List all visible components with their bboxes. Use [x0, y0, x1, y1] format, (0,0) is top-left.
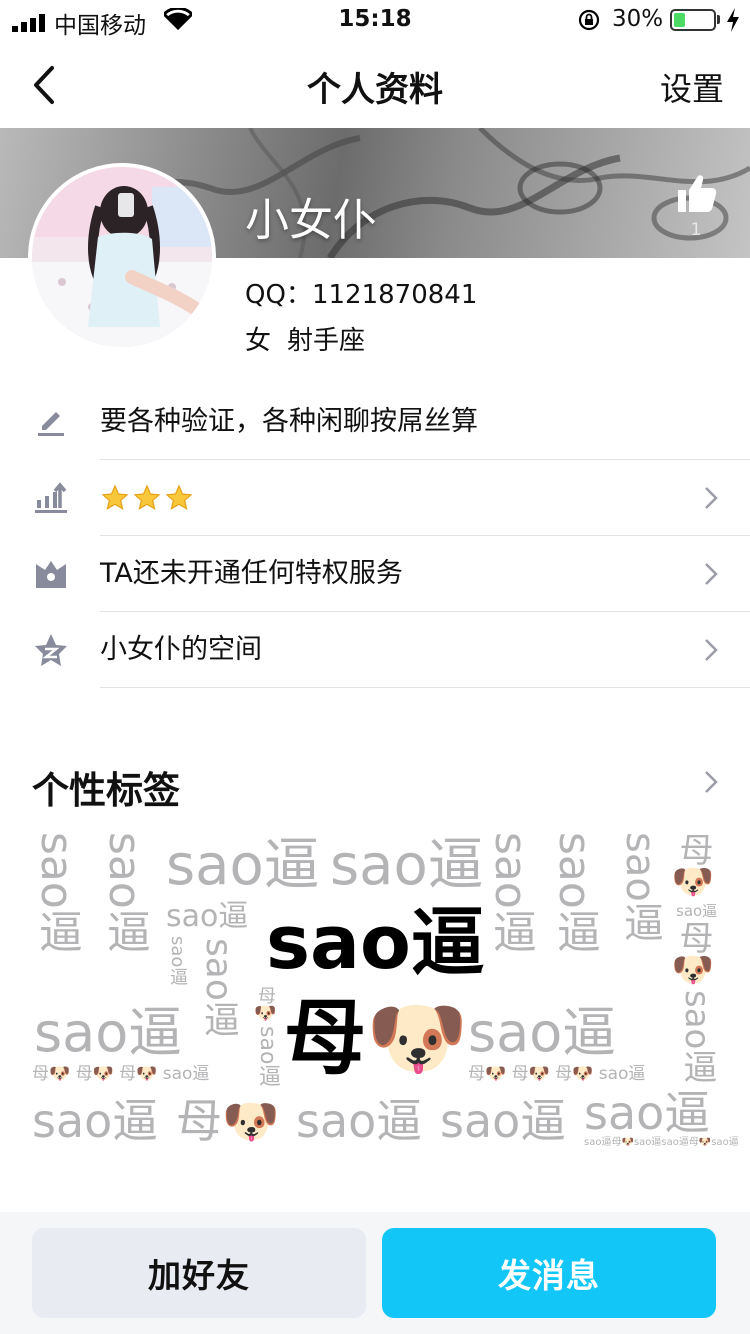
cloud-word: sao逼	[166, 899, 249, 934]
chevron-right-icon	[705, 487, 718, 509]
signature-row: 要各种验证，各种闲聊按屌丝算	[0, 384, 750, 460]
level-stars	[100, 460, 196, 536]
cloud-word: 母🐶	[673, 920, 713, 996]
cloud-word: sao逼	[296, 1094, 423, 1148]
qq-info: QQ：1121870841	[245, 274, 477, 311]
cloud-word: sao逼	[468, 1001, 617, 1064]
cloud-word: sao逼	[32, 1094, 159, 1148]
cloud-word: sao逼	[440, 1094, 567, 1148]
bottom-action-bar: 加好友 发消息	[0, 1212, 750, 1334]
cloud-word: 母🐶	[673, 832, 713, 908]
edit-pencil-icon	[38, 412, 64, 436]
gender: 女	[245, 326, 272, 356]
thumbs-up-icon	[678, 175, 717, 212]
level-row[interactable]	[0, 460, 750, 536]
cloud-word: sao逼	[198, 938, 239, 1037]
gender-constellation: 女射手座	[245, 320, 365, 357]
chevron-right-icon	[705, 563, 718, 585]
battery-icon	[670, 9, 716, 31]
charging-icon	[726, 8, 740, 38]
level-chart-icon	[35, 482, 67, 513]
send-message-button[interactable]: 发消息	[382, 1228, 716, 1318]
tags-title: 个性标签	[32, 769, 180, 812]
cloud-word: sao逼	[167, 936, 188, 986]
status-bar: 中国移动 15:18 30%	[0, 0, 750, 40]
cloud-word: sao逼	[166, 833, 320, 898]
space-row[interactable]: 小女仆的空间	[0, 612, 750, 688]
cloud-word: sao逼	[676, 902, 718, 920]
signature-text: 要各种验证，各种闲聊按屌丝算	[100, 406, 478, 437]
chevron-right-icon	[705, 771, 718, 793]
constellation: 射手座	[287, 326, 366, 356]
cloud-word: 母🐶 母🐶 母🐶 sao逼	[32, 1064, 210, 1084]
cloud-word: sao逼	[330, 833, 484, 898]
battery-fill	[674, 13, 685, 27]
space-text: 小女仆的空间	[100, 634, 262, 665]
nickname: 小女仆	[245, 195, 377, 246]
chevron-right-icon	[705, 639, 718, 661]
qzone-star-icon	[35, 634, 67, 666]
cloud-word: sao逼母🐶sao逼sao逼母🐶sao逼	[584, 1137, 739, 1148]
battery-percent: 30%	[612, 6, 664, 32]
cloud-word: 母🐶	[255, 986, 276, 1026]
cloud-word: sao逼	[549, 832, 600, 953]
nav-bar: 个人资料 设置	[0, 40, 750, 128]
avatar-photo	[32, 167, 212, 347]
like-count: 1	[690, 220, 702, 240]
tags-header[interactable]: 个性标签	[0, 740, 750, 820]
add-friend-button[interactable]: 加好友	[32, 1228, 366, 1318]
cloud-word: 母🐶	[176, 1094, 280, 1148]
privilege-row[interactable]: TA还未开通任何特权服务	[0, 536, 750, 612]
crown-icon	[36, 561, 66, 588]
orientation-lock-icon	[578, 9, 600, 37]
settings-button[interactable]: 设置	[660, 64, 724, 110]
cloud-word: sao逼	[584, 1086, 711, 1140]
avatar[interactable]	[28, 163, 216, 351]
cloud-word: sao逼	[677, 990, 717, 1084]
cloud-word: sao逼	[255, 1026, 280, 1087]
page-title: 个人资料	[307, 70, 443, 110]
cloud-word: sao逼	[485, 832, 536, 953]
qq-label: QQ：	[245, 280, 312, 310]
main-tag: sao逼	[266, 900, 485, 986]
like-button[interactable]: 1	[672, 172, 720, 242]
cloud-word: sao逼	[34, 1001, 183, 1064]
tag-word-cloud[interactable]: sao逼 sao逼 sao逼 sao逼 sao逼 sao逼 sao逼 sao逼 …	[0, 826, 750, 1156]
main-tag-secondary: 母🐶	[284, 991, 469, 1086]
qq-number: 1121870841	[311, 280, 478, 310]
divider	[100, 687, 750, 688]
cloud-word: 母🐶 母🐶 母🐶 sao逼	[468, 1064, 646, 1084]
cloud-word: sao逼	[31, 832, 82, 953]
cloud-word: sao逼	[99, 832, 150, 953]
cloud-word: sao逼	[617, 832, 663, 942]
battery-cap	[717, 15, 720, 24]
privilege-text: TA还未开通任何特权服务	[100, 558, 403, 589]
star-icon	[101, 484, 193, 510]
